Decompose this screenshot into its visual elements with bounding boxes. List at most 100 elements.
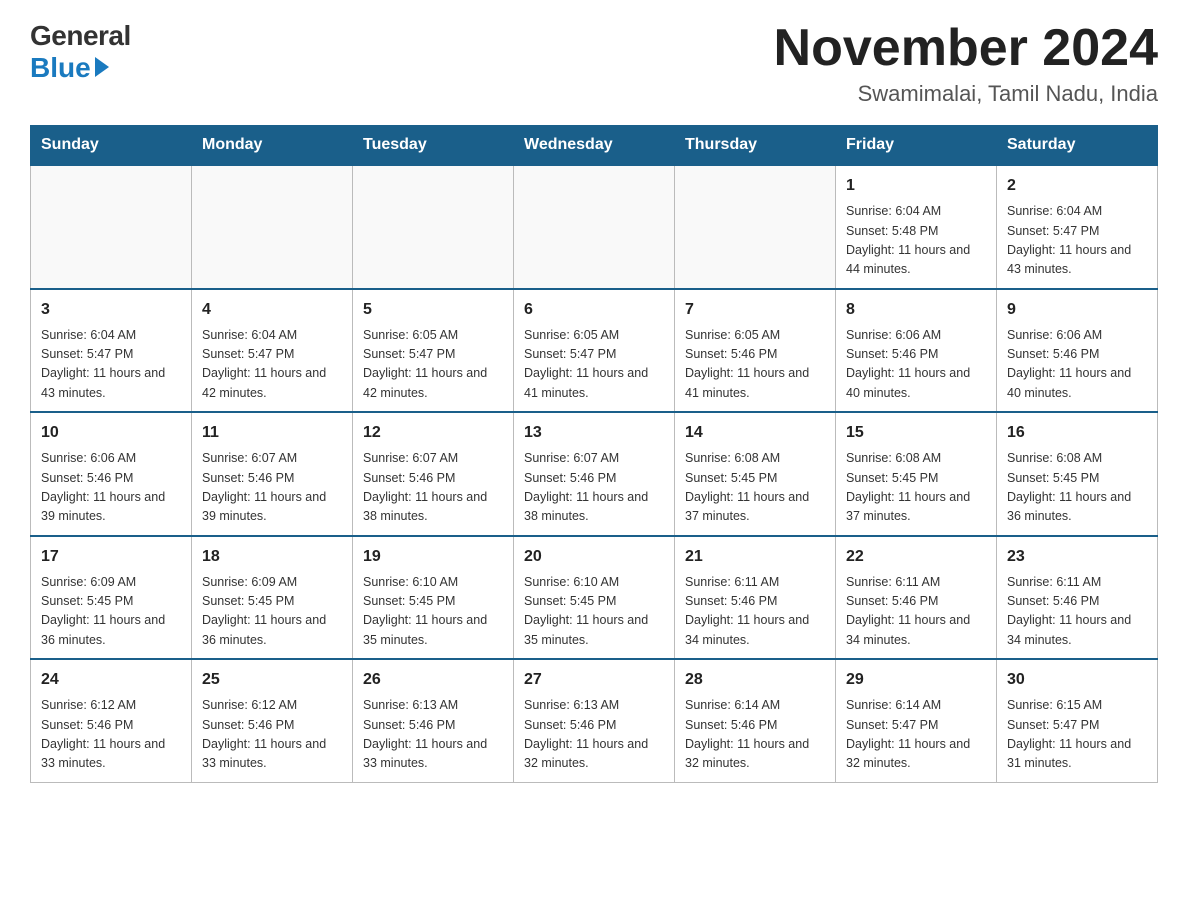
day-info: Sunrise: 6:06 AMSunset: 5:46 PMDaylight:… — [41, 449, 181, 527]
logo-blue-text: Blue — [30, 52, 91, 84]
calendar-cell: 10 Sunrise: 6:06 AMSunset: 5:46 PMDayligh… — [31, 412, 192, 536]
calendar-body: 1 Sunrise: 6:04 AMSunset: 5:48 PMDaylight… — [31, 165, 1158, 782]
calendar-week-row: 1 Sunrise: 6:04 AMSunset: 5:48 PMDaylight… — [31, 165, 1158, 289]
calendar-cell: 13Sunrise: 6:07 AMSunset: 5:46 PMDayligh… — [514, 412, 675, 536]
calendar-cell: 6Sunrise: 6:05 AMSunset: 5:47 PMDaylight… — [514, 289, 675, 413]
calendar-week-row: 10 Sunrise: 6:06 AMSunset: 5:46 PMDayligh… — [31, 412, 1158, 536]
calendar-week-row: 24 Sunrise: 6:12 AMSunset: 5:46 PMDayligh… — [31, 659, 1158, 782]
day-info: Sunrise: 6:10 AMSunset: 5:45 PMDaylight:… — [524, 573, 664, 651]
day-info: Sunrise: 6:04 AMSunset: 5:47 PMDaylight:… — [202, 326, 342, 404]
logo-general-text: General — [30, 20, 131, 52]
day-number: 27 — [524, 668, 664, 692]
calendar-cell — [514, 165, 675, 289]
day-number: 7 — [685, 298, 825, 322]
day-number: 24 — [41, 668, 181, 692]
calendar-table: SundayMondayTuesdayWednesdayThursdayFrid… — [30, 125, 1158, 783]
day-info: Sunrise: 6:07 AMSunset: 5:46 PMDaylight:… — [524, 449, 664, 527]
day-info: Sunrise: 6:08 AMSunset: 5:45 PMDaylight:… — [846, 449, 986, 527]
day-number: 28 — [685, 668, 825, 692]
day-info: Sunrise: 6:04 AMSunset: 5:47 PMDaylight:… — [1007, 202, 1147, 280]
weekday-header-row: SundayMondayTuesdayWednesdayThursdayFrid… — [31, 126, 1158, 166]
calendar-cell: 8Sunrise: 6:06 AMSunset: 5:46 PMDaylight… — [836, 289, 997, 413]
weekday-header-thursday: Thursday — [675, 126, 836, 166]
day-number: 19 — [363, 545, 503, 569]
day-info: Sunrise: 6:15 AMSunset: 5:47 PMDaylight:… — [1007, 696, 1147, 774]
calendar-cell: 22Sunrise: 6:11 AMSunset: 5:46 PMDayligh… — [836, 536, 997, 660]
calendar-week-row: 3 Sunrise: 6:04 AMSunset: 5:47 PMDaylight… — [31, 289, 1158, 413]
logo: General Blue — [30, 20, 131, 84]
day-number: 4 — [202, 298, 342, 322]
location-subtitle: Swamimalai, Tamil Nadu, India — [774, 81, 1158, 107]
day-number: 1 — [846, 174, 986, 198]
calendar-cell — [675, 165, 836, 289]
weekday-header-tuesday: Tuesday — [353, 126, 514, 166]
day-info: Sunrise: 6:09 AMSunset: 5:45 PMDaylight:… — [202, 573, 342, 651]
calendar-cell: 7 Sunrise: 6:05 AMSunset: 5:46 PMDaylight… — [675, 289, 836, 413]
logo-arrow-icon — [95, 57, 109, 77]
day-info: Sunrise: 6:04 AMSunset: 5:48 PMDaylight:… — [846, 202, 986, 280]
day-info: Sunrise: 6:14 AMSunset: 5:46 PMDaylight:… — [685, 696, 825, 774]
calendar-cell: 4 Sunrise: 6:04 AMSunset: 5:47 PMDaylight… — [192, 289, 353, 413]
day-info: Sunrise: 6:13 AMSunset: 5:46 PMDaylight:… — [363, 696, 503, 774]
weekday-header-sunday: Sunday — [31, 126, 192, 166]
calendar-cell: 9Sunrise: 6:06 AMSunset: 5:46 PMDaylight… — [997, 289, 1158, 413]
day-number: 30 — [1007, 668, 1147, 692]
calendar-cell: 12Sunrise: 6:07 AMSunset: 5:46 PMDayligh… — [353, 412, 514, 536]
calendar-cell: 11Sunrise: 6:07 AMSunset: 5:46 PMDayligh… — [192, 412, 353, 536]
day-info: Sunrise: 6:12 AMSunset: 5:46 PMDaylight:… — [202, 696, 342, 774]
day-number: 3 — [41, 298, 181, 322]
day-number: 18 — [202, 545, 342, 569]
calendar-cell — [31, 165, 192, 289]
day-number: 10 — [41, 421, 181, 445]
day-info: Sunrise: 6:05 AMSunset: 5:46 PMDaylight:… — [685, 326, 825, 404]
calendar-cell — [192, 165, 353, 289]
calendar-cell: 1 Sunrise: 6:04 AMSunset: 5:48 PMDaylight… — [836, 165, 997, 289]
day-number: 5 — [363, 298, 503, 322]
calendar-cell: 2 Sunrise: 6:04 AMSunset: 5:47 PMDaylight… — [997, 165, 1158, 289]
day-info: Sunrise: 6:07 AMSunset: 5:46 PMDaylight:… — [363, 449, 503, 527]
day-number: 6 — [524, 298, 664, 322]
day-info: Sunrise: 6:08 AMSunset: 5:45 PMDaylight:… — [1007, 449, 1147, 527]
calendar-cell: 19 Sunrise: 6:10 AMSunset: 5:45 PMDayligh… — [353, 536, 514, 660]
day-info: Sunrise: 6:14 AMSunset: 5:47 PMDaylight:… — [846, 696, 986, 774]
day-number: 9 — [1007, 298, 1147, 322]
day-number: 14 — [685, 421, 825, 445]
day-info: Sunrise: 6:13 AMSunset: 5:46 PMDaylight:… — [524, 696, 664, 774]
day-info: Sunrise: 6:10 AMSunset: 5:45 PMDaylight:… — [363, 573, 503, 651]
weekday-header-saturday: Saturday — [997, 126, 1158, 166]
calendar-cell: 23 Sunrise: 6:11 AMSunset: 5:46 PMDayligh… — [997, 536, 1158, 660]
day-info: Sunrise: 6:05 AMSunset: 5:47 PMDaylight:… — [363, 326, 503, 404]
day-number: 23 — [1007, 545, 1147, 569]
calendar-cell — [353, 165, 514, 289]
calendar-cell: 27 Sunrise: 6:13 AMSunset: 5:46 PMDayligh… — [514, 659, 675, 782]
day-info: Sunrise: 6:11 AMSunset: 5:46 PMDaylight:… — [1007, 573, 1147, 651]
day-number: 20 — [524, 545, 664, 569]
calendar-cell: 3 Sunrise: 6:04 AMSunset: 5:47 PMDaylight… — [31, 289, 192, 413]
calendar-title: November 2024 — [774, 20, 1158, 77]
page-header: General Blue November 2024 Swamimalai, T… — [30, 20, 1158, 107]
day-number: 2 — [1007, 174, 1147, 198]
weekday-header-friday: Friday — [836, 126, 997, 166]
title-block: November 2024 Swamimalai, Tamil Nadu, In… — [774, 20, 1158, 107]
calendar-cell: 28 Sunrise: 6:14 AMSunset: 5:46 PMDayligh… — [675, 659, 836, 782]
calendar-cell: 25 Sunrise: 6:12 AMSunset: 5:46 PMDayligh… — [192, 659, 353, 782]
day-number: 26 — [363, 668, 503, 692]
calendar-cell: 15Sunrise: 6:08 AMSunset: 5:45 PMDayligh… — [836, 412, 997, 536]
day-number: 21 — [685, 545, 825, 569]
calendar-cell: 16Sunrise: 6:08 AMSunset: 5:45 PMDayligh… — [997, 412, 1158, 536]
day-info: Sunrise: 6:12 AMSunset: 5:46 PMDaylight:… — [41, 696, 181, 774]
day-info: Sunrise: 6:07 AMSunset: 5:46 PMDaylight:… — [202, 449, 342, 527]
weekday-header-wednesday: Wednesday — [514, 126, 675, 166]
calendar-cell: 24 Sunrise: 6:12 AMSunset: 5:46 PMDayligh… — [31, 659, 192, 782]
day-number: 29 — [846, 668, 986, 692]
calendar-cell: 17Sunrise: 6:09 AMSunset: 5:45 PMDayligh… — [31, 536, 192, 660]
calendar-header: SundayMondayTuesdayWednesdayThursdayFrid… — [31, 126, 1158, 166]
calendar-cell: 14Sunrise: 6:08 AMSunset: 5:45 PMDayligh… — [675, 412, 836, 536]
calendar-cell: 26 Sunrise: 6:13 AMSunset: 5:46 PMDayligh… — [353, 659, 514, 782]
day-number: 22 — [846, 545, 986, 569]
weekday-header-monday: Monday — [192, 126, 353, 166]
calendar-cell: 29 Sunrise: 6:14 AMSunset: 5:47 PMDayligh… — [836, 659, 997, 782]
day-info: Sunrise: 6:04 AMSunset: 5:47 PMDaylight:… — [41, 326, 181, 404]
day-info: Sunrise: 6:06 AMSunset: 5:46 PMDaylight:… — [846, 326, 986, 404]
day-number: 25 — [202, 668, 342, 692]
